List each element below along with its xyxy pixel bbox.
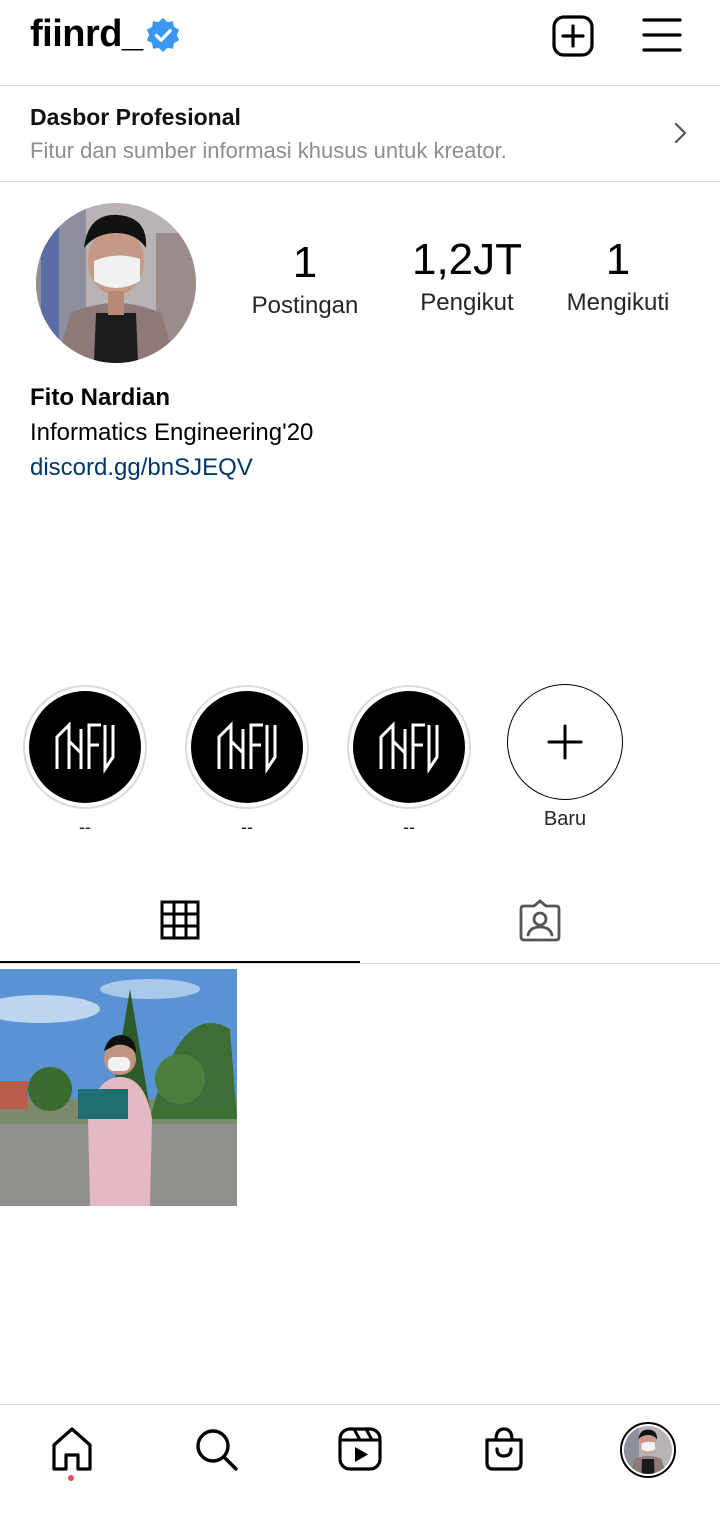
tagged-person-icon — [519, 899, 561, 942]
home-icon[interactable] — [48, 1425, 96, 1473]
profile-username[interactable]: fiinrd_ — [30, 12, 143, 56]
profile-avatar-thumb — [624, 1426, 672, 1474]
highlight-item[interactable]: -- — [20, 685, 150, 838]
profile-avatar[interactable] — [620, 1422, 676, 1478]
stat-following[interactable]: 1 Mengikuti — [548, 235, 688, 317]
profile-avatar[interactable] — [36, 203, 196, 363]
stat-posts-value: 1 — [292, 238, 318, 287]
avatar-photo — [36, 203, 196, 363]
profile-full-name: Fito Nardian — [30, 384, 171, 411]
dashboard-title: Dasbor Profesional — [30, 104, 241, 130]
stat-posts-label: Postingan — [251, 292, 359, 319]
notification-dot — [68, 1475, 74, 1481]
stat-following-label: Mengikuti — [566, 289, 670, 316]
dashboard-subtitle: Fitur dan sumber informasi khusus untuk … — [30, 138, 507, 163]
nfn-logo-icon — [379, 721, 439, 774]
nav-divider — [0, 1404, 720, 1405]
stat-following-value: 1 — [605, 235, 631, 284]
new-highlight-label: Baru — [543, 808, 587, 830]
hamburger-menu-icon[interactable] — [640, 14, 684, 58]
highlight-cover — [353, 691, 465, 803]
avatar-photo — [624, 1426, 672, 1474]
highlight-ring — [185, 685, 309, 809]
verified-badge-icon — [146, 17, 180, 53]
highlight-cover — [29, 691, 141, 803]
stat-followers[interactable]: 1,2JT Pengikut — [397, 235, 537, 317]
highlight-label: -- — [403, 817, 415, 837]
highlight-item[interactable]: -- — [182, 685, 312, 838]
professional-dashboard-row[interactable] — [0, 86, 720, 181]
nfn-logo-icon — [217, 721, 277, 774]
post-photo — [0, 969, 237, 1206]
new-highlight-button[interactable]: Baru — [500, 684, 630, 831]
grid-icon — [160, 900, 200, 940]
search-icon[interactable] — [192, 1425, 240, 1473]
stat-posts[interactable]: 1 Postingan — [235, 238, 375, 320]
post-thumbnail[interactable] — [0, 969, 237, 1206]
stat-followers-label: Pengikut — [420, 289, 514, 316]
highlight-ring — [23, 685, 147, 809]
reels-icon[interactable] — [336, 1425, 384, 1473]
plus-square-icon[interactable] — [551, 14, 595, 58]
highlight-cover — [191, 691, 303, 803]
highlight-label: -- — [241, 817, 253, 837]
highlight-item[interactable]: -- — [344, 685, 474, 838]
plus-icon — [547, 724, 583, 760]
new-highlight-circle — [507, 684, 623, 800]
tabs-divider — [0, 963, 720, 964]
nfn-logo-icon — [55, 721, 115, 774]
profile-bio: Informatics Engineering'20 — [30, 419, 314, 446]
stat-followers-value: 1,2JT — [411, 235, 523, 284]
highlight-ring — [347, 685, 471, 809]
dashboard-divider — [0, 181, 720, 182]
shop-icon[interactable] — [480, 1425, 528, 1473]
profile-link[interactable]: discord.gg/bnSJEQV — [30, 454, 253, 482]
highlight-label: -- — [79, 817, 91, 837]
chevron-right-icon — [674, 122, 687, 144]
